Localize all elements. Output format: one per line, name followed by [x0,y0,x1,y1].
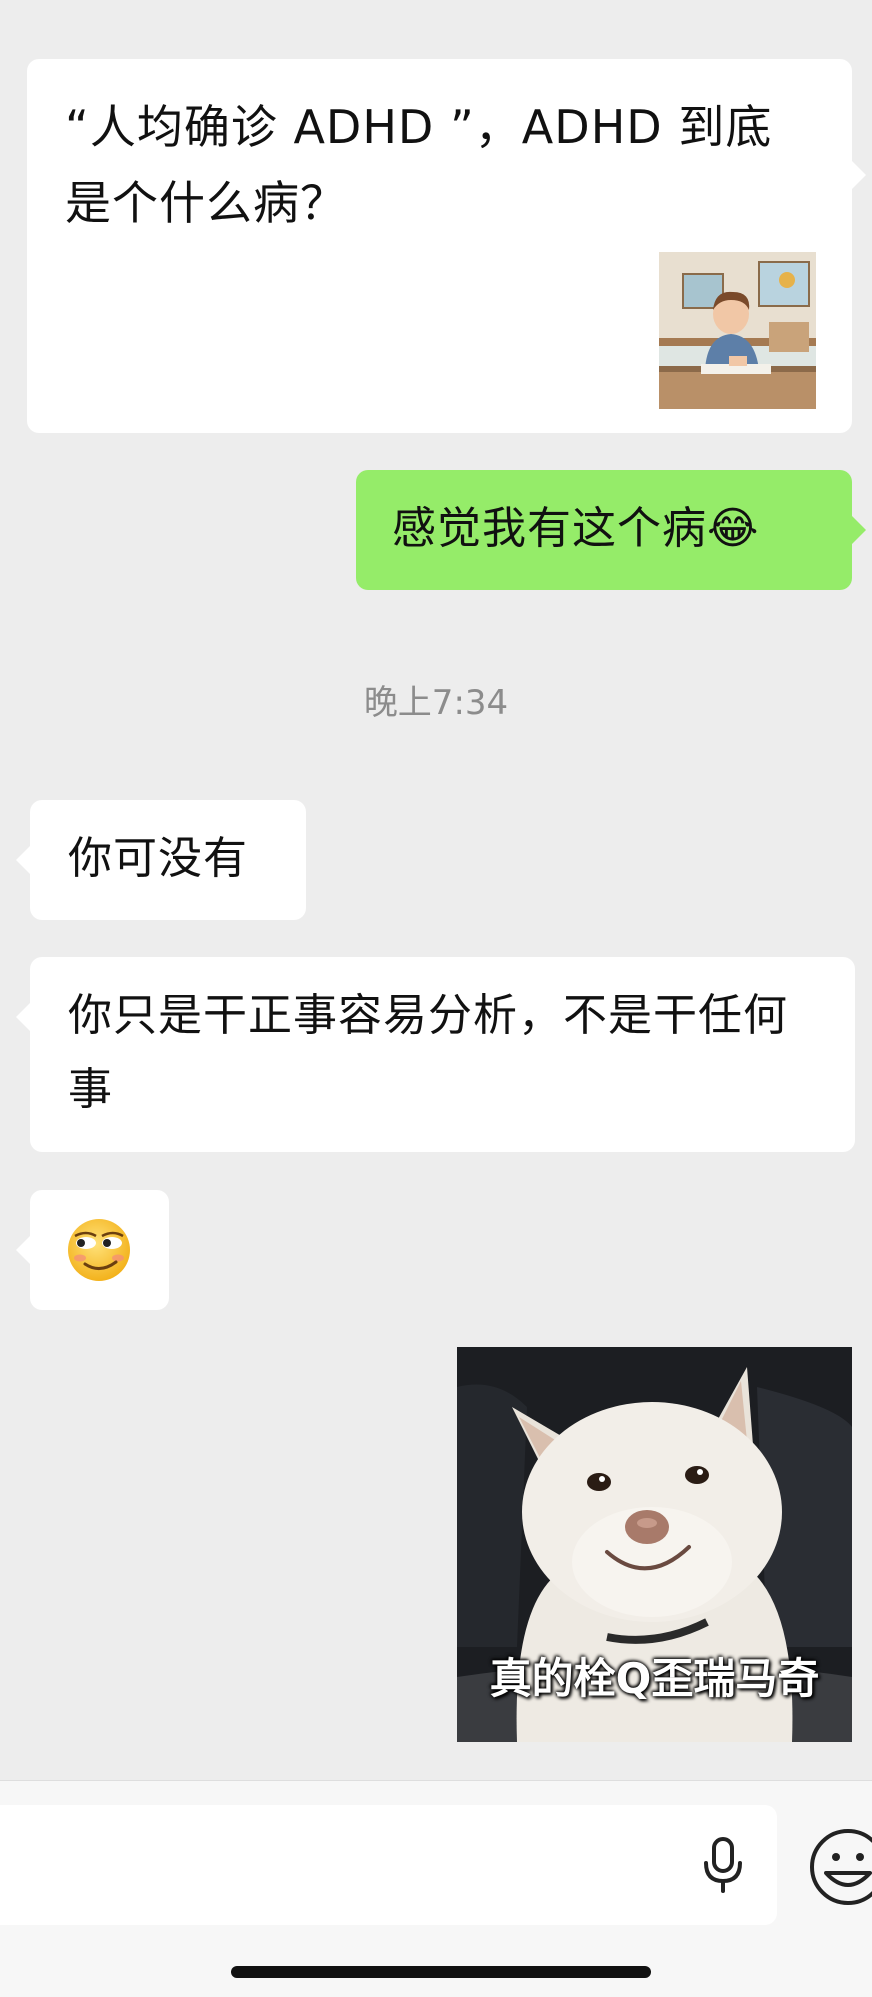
bubble-tail [852,161,866,189]
incoming-emoji-message[interactable] [16,1190,169,1310]
bubble-tail [16,1236,30,1264]
sticker-caption: 真的栓Q歪瑞马奇 [489,1654,820,1703]
message-text: 你可没有 [68,833,248,884]
shared-article-card[interactable]: “人均确诊 ADHD ”，ADHD 到底是个什么病？ [27,59,866,433]
outgoing-message[interactable]: 感觉我有这个病😂 [356,470,866,590]
microphone-icon[interactable] [699,1835,747,1895]
incoming-message[interactable]: 你只是干正事容易分析，不是干任何事 [16,957,855,1152]
boy-studying-image [659,252,816,409]
article-thumbnail [659,252,816,409]
smiley-face-icon[interactable] [806,1825,872,1909]
dog-meme-sticker[interactable]: 真的栓Q歪瑞马奇 [457,1347,852,1742]
bubble-tail [16,1003,30,1031]
home-indicator[interactable] [231,1966,651,1978]
message-input[interactable] [0,1805,777,1925]
smirking-face-icon [68,1219,130,1281]
chat-timestamp: 晚上7:34 [363,683,509,723]
bubble-tail [852,516,866,544]
incoming-message[interactable]: 你可没有 [16,800,306,920]
article-title: “人均确诊 ADHD ”，ADHD 到底是个什么病？ [65,100,773,230]
bubble-tail [16,846,30,874]
message-text: 你只是干正事容易分析，不是干任何事 [68,990,788,1115]
input-bar [0,1780,872,1997]
message-text: 感觉我有这个病😂 [392,503,760,554]
